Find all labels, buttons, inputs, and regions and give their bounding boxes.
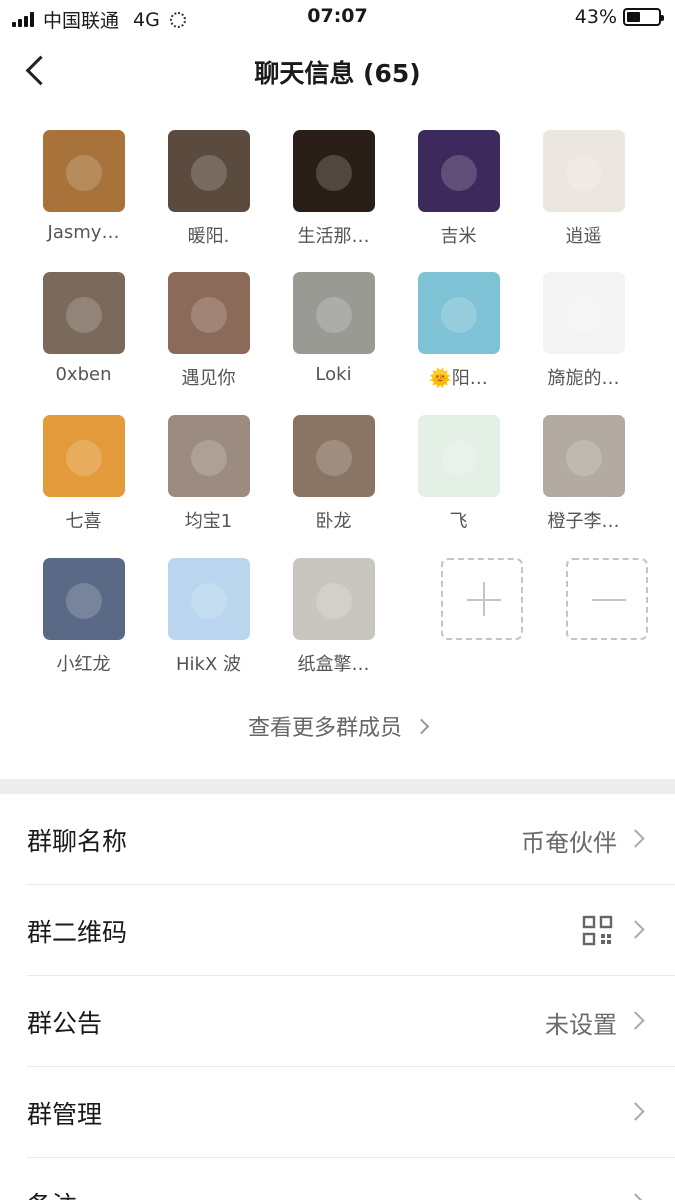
member-name: HikX 波: [175, 654, 241, 675]
row-group-name[interactable]: 群聊名称 币奄伙伴: [27, 794, 675, 885]
avatar: [42, 130, 125, 212]
member-name: 均宝1: [184, 511, 233, 532]
chevron-right-icon: [626, 829, 645, 848]
view-more-members[interactable]: 查看更多群成员: [0, 710, 675, 742]
avatar: [42, 558, 125, 640]
nav-bar: 聊天信息 (65): [0, 36, 675, 106]
member-cell[interactable]: Jasmy…: [21, 130, 146, 243]
member-cell[interactable]: 🌞阳…: [396, 272, 521, 390]
row-label: 群公告: [27, 1009, 103, 1038]
member-name: 吉米: [440, 226, 477, 247]
view-more-label: 查看更多群成员: [247, 716, 402, 741]
member-name: 0xben: [55, 364, 112, 385]
avatar: [42, 415, 125, 497]
member-cell[interactable]: 吉米: [396, 130, 521, 248]
avatar: [167, 558, 250, 640]
avatar: [292, 130, 375, 212]
member-cell[interactable]: 卧龙: [271, 415, 396, 533]
avatar: [292, 272, 375, 354]
member-cell[interactable]: 均宝1: [146, 415, 271, 533]
member-cell[interactable]: 飞: [396, 415, 521, 533]
member-cell[interactable]: 0xben: [21, 272, 146, 385]
member-cell[interactable]: 生活那…: [271, 130, 396, 248]
member-cell[interactable]: 橙子李…: [521, 415, 646, 533]
chevron-right-icon: [626, 1102, 645, 1121]
member-name: 旖旎的…: [547, 368, 620, 389]
avatar: [542, 272, 625, 354]
avatar: [417, 130, 500, 212]
row-group-qrcode[interactable]: 群二维码: [27, 885, 675, 976]
avatar: [42, 272, 125, 354]
member-cell[interactable]: 遇见你: [146, 272, 271, 390]
remove-member-button[interactable]: [544, 558, 669, 640]
avatar: [292, 415, 375, 497]
member-name: 遇见你: [181, 368, 236, 389]
member-name: 暖阳.: [187, 226, 230, 247]
add-member-button[interactable]: [419, 558, 544, 640]
clock: 07:07: [307, 5, 368, 27]
page-title: 聊天信息 (65): [254, 59, 421, 88]
member-cell[interactable]: Loki: [271, 272, 396, 385]
member-cell[interactable]: 暖阳.: [146, 130, 271, 248]
row-group-manage[interactable]: 群管理: [27, 1067, 675, 1158]
member-name: 🌞阳…: [429, 368, 488, 389]
battery-icon: [623, 8, 664, 26]
battery-percent: 43%: [574, 6, 617, 28]
avatar: [167, 130, 250, 212]
row-label: 群聊名称: [27, 827, 128, 856]
row-label: 群管理: [27, 1100, 103, 1129]
chevron-right-icon: [626, 1193, 645, 1200]
member-cell[interactable]: 七喜: [21, 415, 146, 533]
avatar: [167, 272, 250, 354]
member-name: 七喜: [65, 511, 102, 532]
section-divider: [0, 779, 675, 794]
row-label: 群二维码: [27, 918, 128, 947]
row-group-notice[interactable]: 群公告 未设置: [27, 976, 675, 1067]
row-value: 币奄伙伴: [521, 829, 617, 857]
member-cell[interactable]: 小红龙: [21, 558, 146, 676]
avatar: [417, 272, 500, 354]
avatar: [417, 415, 500, 497]
member-name: 逍遥: [565, 226, 602, 247]
row-value: 未设置: [545, 1011, 617, 1039]
member-name: 飞: [449, 511, 468, 532]
member-name: 卧龙: [315, 511, 352, 532]
member-name: 橙子李…: [547, 511, 620, 532]
minus-icon: [565, 558, 648, 640]
chevron-right-icon: [626, 1011, 645, 1030]
status-bar: 中国联通 4G 07:07 43%: [0, 0, 675, 34]
row-remark[interactable]: 备注: [27, 1158, 675, 1200]
row-label: 备注: [27, 1186, 77, 1200]
member-cell[interactable]: HikX 波: [146, 558, 271, 676]
member-cell[interactable]: 旖旎的…: [521, 272, 646, 390]
avatar: [542, 130, 625, 212]
plus-icon: [440, 558, 523, 640]
chevron-right-icon: [626, 920, 645, 939]
qr-code-icon: [582, 915, 613, 946]
avatar: [167, 415, 250, 497]
chevron-right-icon: [413, 718, 430, 735]
member-name: Loki: [315, 364, 352, 385]
avatar: [292, 558, 375, 640]
member-name: Jasmy…: [47, 222, 120, 243]
avatar: [542, 415, 625, 497]
member-cell[interactable]: 逍遥: [521, 130, 646, 248]
settings-list: 群聊名称 币奄伙伴 群二维码 群公告 未设置 群管理 备注: [0, 794, 675, 1200]
member-name: 生活那…: [297, 226, 370, 247]
member-cell[interactable]: 纸盒擎…: [271, 558, 396, 676]
member-name: 纸盒擎…: [297, 654, 370, 675]
member-name: 小红龙: [56, 654, 111, 675]
